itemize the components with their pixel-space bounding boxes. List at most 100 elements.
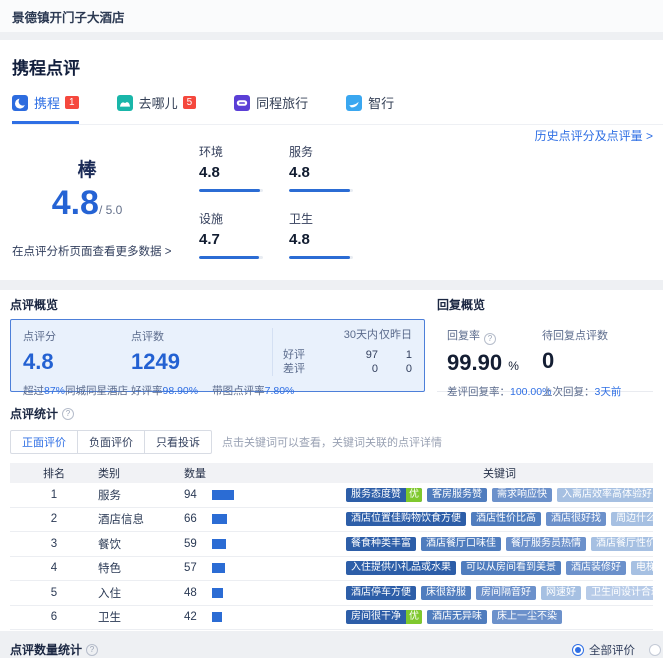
section-title-text: 回复概览: [437, 296, 485, 313]
count-stats-title: 点评数量统计 ?: [10, 641, 98, 658]
top-bar: 景德镇开门子大酒店: [0, 0, 663, 32]
sub-score-grid: 环境4.8服务4.8设施4.7卫生4.8: [199, 143, 379, 259]
keyword-pill[interactable]: 餐厅服务员热情: [506, 537, 586, 551]
keyword-pill[interactable]: 酒店停车方便: [346, 586, 416, 600]
table-row: 6卫生42房间很干净优酒店无异味床上一尘不染: [10, 606, 653, 631]
overview-panel: 点评概览 点评分 4.8 点评数 1249 30天内: [0, 290, 663, 631]
category-cell: 服务: [98, 487, 184, 503]
platform-tabs: 携程1 去哪儿5 同程旅行 智行: [12, 93, 663, 125]
keyword-table: 排名类别数量关键词 1服务94服务态度赞优客房服务赞需求响应快入离店效率高体验好…: [10, 463, 653, 630]
count-cell: 42: [184, 611, 346, 623]
tab-ctrip[interactable]: 携程1: [12, 93, 79, 124]
keyword-text: 酒店餐厅口味佳: [421, 537, 501, 551]
score-grade: 棒: [12, 155, 162, 182]
table-row: 1服务94服务态度赞优客房服务赞需求响应快入离店效率高体验好接送性价比高: [10, 483, 653, 508]
keyword-hint: 点击关键词可以查看，关键词关联的点评详情: [222, 434, 442, 450]
category-cell: 入住: [98, 585, 184, 601]
radio-clipped[interactable]: [649, 644, 661, 656]
ctrip-review-panel: 携程点评 携程1去哪儿5同程旅行智行 历史点评分及点评量 > 棒 4.8/ 5.…: [0, 40, 663, 280]
count-bar: [212, 490, 234, 500]
good-review-30d: 97: [323, 348, 378, 362]
filter-tab-2[interactable]: 只看投诉: [144, 430, 212, 454]
image-rate-text: 带图点评率7.80%: [212, 383, 294, 398]
info-icon[interactable]: ?: [62, 408, 74, 420]
keyword-pill[interactable]: 酒店餐厅口味佳: [421, 537, 501, 551]
keyword-pill[interactable]: 入住提供小礼品或水果: [346, 561, 456, 575]
keyword-pill[interactable]: 酒店装修好: [566, 561, 626, 575]
reply-overview-section: 回复概览 回复率? 99.90 % 待回复点评数 0 差评回复率：100.00%…: [437, 296, 653, 392]
keyword-pill[interactable]: 客房服务赞: [427, 488, 487, 502]
keyword-pill[interactable]: 可以从房间看到美景: [461, 561, 561, 575]
radio-all-reviews[interactable]: [572, 644, 584, 656]
keyword-text: 床很舒服: [421, 586, 471, 600]
count-value: 94: [184, 489, 204, 501]
keyword-text: 入住提供小礼品或水果: [346, 561, 456, 575]
last-reply: 上次回复：3天前: [542, 384, 621, 399]
sub-score-bar: [199, 256, 263, 259]
review-type-radios: 全部评价: [572, 642, 661, 658]
bad-review-30d: 0: [323, 362, 378, 376]
keyword-pill[interactable]: 网速好: [541, 586, 581, 600]
reply-rate-value: 99.90 %: [447, 350, 542, 376]
keyword-text: 网速好: [541, 586, 581, 600]
table-row: 2酒店信息66酒店位置佳购物饮食方便酒店性价比高酒店很好找周边什么都有交通方便: [10, 508, 653, 533]
keyword-pill[interactable]: 餐食种类丰富: [346, 537, 416, 551]
keyword-text: 周边什么都有: [611, 512, 653, 526]
review-count-label: 点评数: [131, 328, 272, 344]
keyword-pill[interactable]: 酒店无异味: [427, 610, 487, 624]
sub-score-bar: [289, 189, 353, 192]
info-icon[interactable]: ?: [484, 333, 496, 345]
tab-qunar[interactable]: 去哪儿5: [117, 93, 197, 124]
bad-reply-rate: 差评回复率：100.00%: [447, 384, 542, 399]
category-cell: 餐饮: [98, 536, 184, 552]
keyword-pill[interactable]: 酒店位置佳购物饮食方便: [346, 512, 466, 526]
review-overview-box: 点评分 4.8 点评数 1249 30天内 仅昨日: [10, 319, 425, 392]
keyword-pill[interactable]: 服务态度赞优: [346, 488, 422, 502]
keyword-text: 酒店停车方便: [346, 586, 416, 600]
keyword-pill[interactable]: 酒店性价比高: [471, 512, 541, 526]
keyword-text: 入离店效率高体验好: [557, 488, 653, 502]
keyword-pill[interactable]: 床很舒服: [421, 586, 471, 600]
hotel-name: 景德镇开门子大酒店: [12, 7, 125, 26]
keyword-pill[interactable]: 房间很干净优: [346, 610, 422, 624]
keyword-pill[interactable]: 酒店餐厅性价比高: [591, 537, 653, 551]
category-cell: 酒店信息: [98, 511, 184, 527]
keyword-text: 酒店位置佳购物饮食方便: [346, 512, 466, 526]
reply-overview-box: 回复率? 99.90 % 待回复点评数 0 差评回复率：100.00% 上次回复…: [437, 319, 653, 392]
tab-zhixing[interactable]: 智行: [346, 93, 394, 124]
filter-tab-1[interactable]: 负面评价: [77, 430, 145, 454]
keywords-cell: 入住提供小礼品或水果可以从房间看到美景酒店装修好电梯使用体验佳亲子活动丰富: [346, 561, 653, 575]
info-icon[interactable]: ?: [86, 644, 98, 656]
page-title: 携程点评: [12, 54, 663, 79]
keyword-pill[interactable]: 需求响应快: [492, 488, 552, 502]
keyword-pill[interactable]: 电梯使用体验佳: [631, 561, 653, 575]
sub-score-cell: 设施4.7: [199, 210, 289, 259]
tab-tongcheng[interactable]: 同程旅行: [234, 93, 308, 124]
rank-cell: 5: [10, 587, 98, 599]
tongcheng-icon: [234, 95, 250, 111]
keyword-pill[interactable]: 酒店很好找: [546, 512, 606, 526]
filter-tab-0[interactable]: 正面评价: [10, 430, 78, 454]
rank-cell: 3: [10, 538, 98, 550]
stats-filter-tabs: 正面评价负面评价只看投诉: [10, 430, 212, 454]
count-value: 57: [184, 562, 204, 574]
sub-score-label: 设施: [199, 210, 289, 227]
tab-label: 去哪儿: [139, 93, 178, 112]
keyword-pill[interactable]: 房间隔音好: [476, 586, 536, 600]
count-cell: 59: [184, 538, 346, 550]
more-data-link[interactable]: 在点评分析页面查看更多数据 >: [12, 243, 187, 259]
beat-rate-text: 超过87%同城同星酒店: [23, 383, 131, 398]
keyword-pill[interactable]: 入离店效率高体验好: [557, 488, 653, 502]
keyword-text: 房间隔音好: [476, 586, 536, 600]
keyword-pill[interactable]: 周边什么都有: [611, 512, 653, 526]
unread-count-badge: 1: [65, 96, 79, 109]
review-overview-section: 点评概览 点评分 4.8 点评数 1249 30天内: [10, 296, 425, 392]
count-cell: 94: [184, 489, 346, 501]
count-bar: [212, 612, 222, 622]
keyword-pill[interactable]: 床上一尘不染: [492, 610, 562, 624]
keyword-pill[interactable]: 卫生间设计合理: [586, 586, 653, 600]
count-bar: [212, 514, 227, 524]
history-score-link[interactable]: 历史点评分及点评量 >: [535, 127, 653, 144]
keyword-text: 服务态度赞: [346, 488, 406, 502]
keyword-text: 床上一尘不染: [492, 610, 562, 624]
